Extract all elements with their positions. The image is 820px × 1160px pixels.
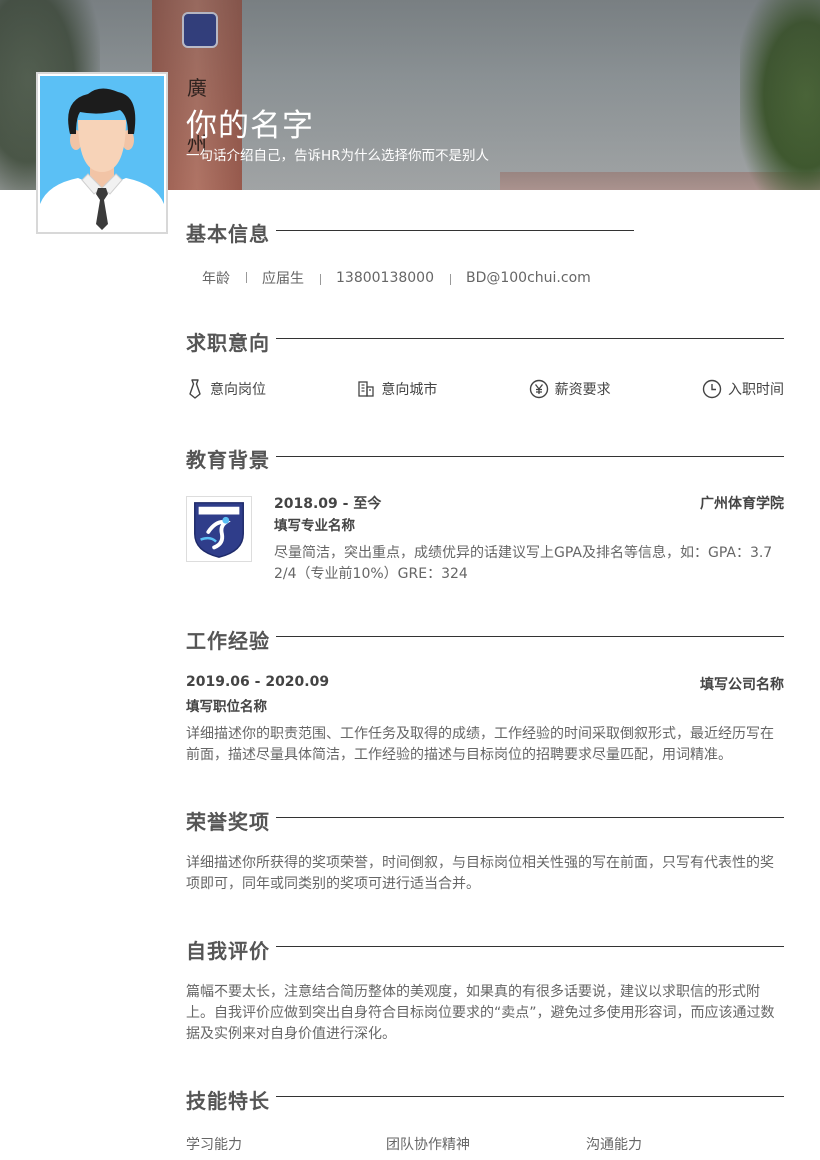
skill-item: 团队协作精神 <box>386 1137 470 1153</box>
section-rule <box>276 946 784 947</box>
school-logo <box>186 496 252 562</box>
info-age: 年龄 <box>202 271 230 287</box>
yen-icon <box>529 379 548 399</box>
candidate-name: 你的名字 <box>186 108 314 144</box>
intent-city: 意向城市 <box>357 379 437 399</box>
self-eval-description: 篇幅不要太长，注意结合简历整体的美观度，如果真的有很多话要说，建议以求职信的形式… <box>186 984 775 1042</box>
skill-item: 学习能力 <box>186 1137 242 1153</box>
job-intent-row: 意向岗位 意向城市 薪资要求 入职时间 <box>186 378 784 400</box>
skills-list: 学习能力 团队协作精神 沟通能力 <box>186 1134 786 1154</box>
section-title-job-intent: 求职意向 <box>186 331 270 355</box>
intent-start-label: 入职时间 <box>727 382 784 398</box>
education-dates: 2018.09 - 至今 <box>274 496 382 512</box>
section-title-basic-info: 基本信息 <box>186 222 270 246</box>
info-status: 应届生 <box>246 268 320 288</box>
info-email: BD@100chui.com <box>449 270 607 286</box>
section-title-honors: 荣誉奖项 <box>186 810 270 834</box>
work-dates: 2019.06 - 2020.09 <box>186 674 330 690</box>
education-school: 广州体育学院 <box>700 496 784 512</box>
intent-salary: 薪资要求 <box>529 379 611 399</box>
basic-info-row: 年龄 应届生 13800138000 BD@100chui.com <box>186 268 606 288</box>
section-rule <box>276 230 634 231</box>
clock-icon <box>702 379 722 399</box>
intent-position-label: 意向岗位 <box>210 382 266 398</box>
honors-description: 详细描述你所获得的奖项荣誉，时间倒叙，与目标岗位相关性强的写在前面，只写有代表性… <box>186 855 774 892</box>
education-major: 填写专业名称 <box>274 518 355 534</box>
intent-position: 意向岗位 <box>186 379 266 399</box>
intent-city-label: 意向城市 <box>381 382 438 398</box>
intent-salary-label: 薪资要求 <box>554 382 611 398</box>
section-rule <box>276 338 784 339</box>
section-title-skills: 技能特长 <box>186 1089 270 1113</box>
section-rule <box>276 1096 784 1097</box>
tie-icon <box>189 379 201 399</box>
section-title-self-eval: 自我评价 <box>186 939 270 963</box>
building-icon <box>358 381 374 397</box>
work-position: 填写职位名称 <box>186 699 267 715</box>
section-rule <box>276 456 784 457</box>
section-title-education: 教育背景 <box>186 448 270 472</box>
work-company: 填写公司名称 <box>700 677 784 693</box>
avatar-photo <box>36 72 168 234</box>
work-description: 详细描述你的职责范围、工作任务及取得的成绩，工作经验的时间采取倒叙形式，最近经历… <box>186 726 774 763</box>
candidate-tagline: 一句话介绍自己，告诉HR为什么选择你而不是别人 <box>186 148 490 164</box>
section-rule <box>276 817 784 818</box>
intent-start-date: 入职时间 <box>702 379 784 399</box>
person-avatar-icon <box>40 76 164 230</box>
skill-item: 沟通能力 <box>586 1137 642 1153</box>
school-emblem-icon <box>187 497 251 561</box>
education-description: 尽量简洁，突出重点，成绩优异的话建议写上GPA及排名等信息，如：GPA：3.72… <box>274 545 773 582</box>
section-rule <box>276 636 784 637</box>
section-title-work: 工作经验 <box>186 629 270 653</box>
info-phone: 13800138000 <box>320 270 450 286</box>
